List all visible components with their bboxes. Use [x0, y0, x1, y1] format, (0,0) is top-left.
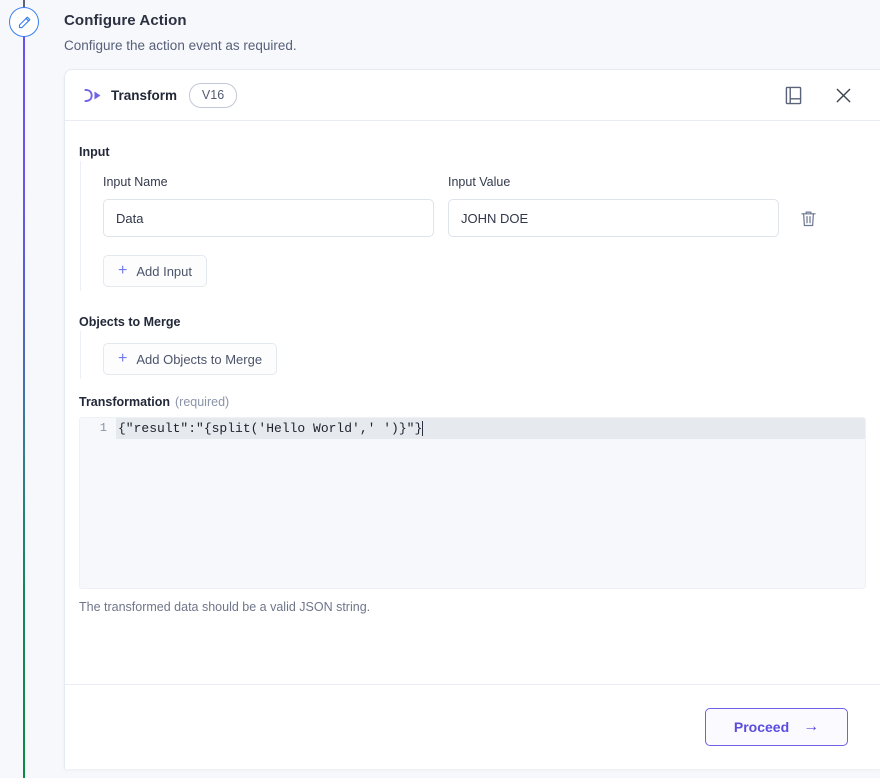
- add-input-wrap: + Add Input: [103, 255, 866, 287]
- card-footer: Proceed →: [65, 684, 880, 769]
- input-value-label: Input Value: [448, 175, 511, 189]
- input-section-group: Input Name Input Value: [80, 161, 866, 291]
- page-title: Configure Action: [64, 12, 187, 29]
- add-input-label: Add Input: [136, 263, 192, 279]
- plus-icon: +: [118, 349, 128, 367]
- transform-icon: [79, 88, 105, 103]
- input-value-field[interactable]: [448, 199, 779, 237]
- proceed-button[interactable]: Proceed →: [705, 708, 848, 746]
- section-gap-1: [79, 291, 866, 313]
- transformation-label-text: Transformation: [79, 395, 170, 409]
- input-section-label: Input: [79, 145, 110, 159]
- transformation-section-label: Transformation (required): [79, 393, 866, 411]
- timeline-node-edit[interactable]: [9, 7, 39, 37]
- transformation-required-hint: (required): [175, 395, 230, 409]
- input-header-row: Input Name Input Value: [103, 173, 866, 237]
- proceed-label: Proceed: [733, 719, 790, 735]
- trash-icon[interactable]: [793, 199, 823, 237]
- page-header: Configure Action Configure the action ev…: [64, 10, 864, 56]
- code-content[interactable]: {"result":"{split('Hello World',' ')}"}: [116, 418, 422, 439]
- version-badge[interactable]: V16: [189, 82, 238, 108]
- add-input-button[interactable]: + Add Input: [103, 255, 207, 287]
- configure-action-card: Transform V16 Input Input Name Data Inpu…: [64, 69, 880, 769]
- line-number: 1: [80, 418, 116, 439]
- card-body: Input Input Name Input Value: [65, 121, 880, 684]
- book-icon[interactable]: [778, 80, 808, 110]
- plus-icon: +: [118, 261, 128, 279]
- text-caret: [422, 421, 424, 436]
- transformation-code-editor[interactable]: 1 {"result":"{split('Hello World',' ')}"…: [79, 417, 866, 589]
- card-header: Transform V16: [65, 70, 880, 121]
- merge-section-group: + Add Objects to Merge: [80, 331, 866, 379]
- workflow-timeline-rail: [0, 0, 48, 778]
- arrow-right-icon: →: [803, 718, 820, 735]
- merge-section-label: Objects to Merge: [79, 315, 181, 329]
- input-name-field[interactable]: [103, 199, 434, 237]
- add-objects-to-merge-label: Add Objects to Merge: [136, 351, 263, 367]
- input-name-label: Input Name: [103, 175, 168, 189]
- code-line-active[interactable]: 1 {"result":"{split('Hello World',' ')}"…: [80, 418, 865, 439]
- section-gap-2: [79, 379, 866, 393]
- rail-gradient-line: [23, 10, 25, 778]
- editor-help-text: The transformed data should be a valid J…: [79, 600, 371, 614]
- pencil-icon: [17, 15, 32, 30]
- add-objects-to-merge-button[interactable]: + Add Objects to Merge: [103, 343, 278, 375]
- card-title: Transform: [111, 87, 178, 103]
- close-icon[interactable]: [828, 80, 858, 110]
- page-subtitle: Configure the action event as required.: [64, 38, 297, 53]
